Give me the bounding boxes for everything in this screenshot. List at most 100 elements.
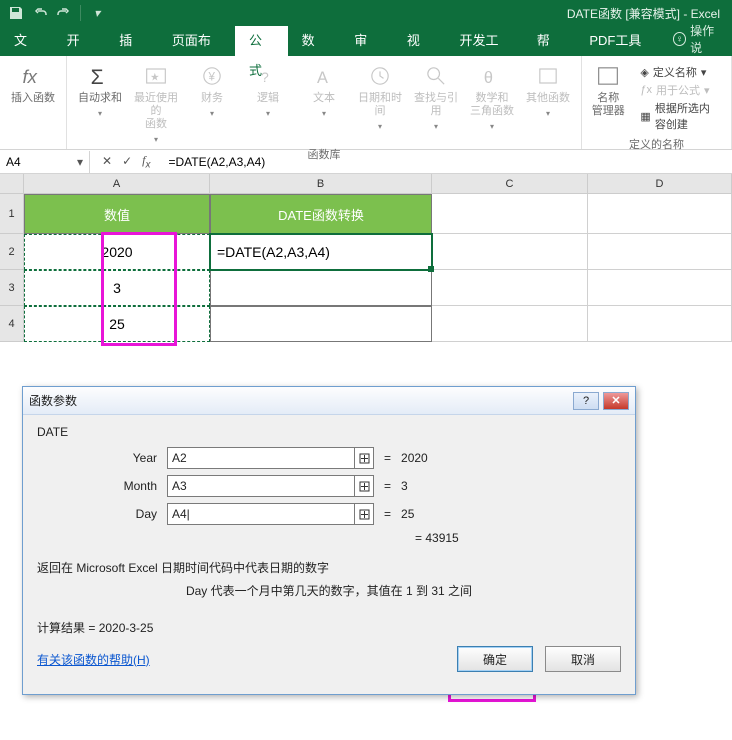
group-label-names: 定义的名称	[629, 136, 684, 152]
dialog-close-button[interactable]: ✕	[603, 392, 629, 410]
accept-formula-icon[interactable]: ✓	[122, 154, 132, 168]
function-arguments-dialog: 函数参数 ? ✕ DATE Year A2 = 2020 Month A3 = …	[22, 386, 636, 695]
grid-icon: ▦	[640, 110, 650, 123]
arg-input-day[interactable]: A4|	[167, 503, 355, 525]
cell-C1[interactable]	[432, 194, 588, 234]
define-name-button[interactable]: ◈定义名称 ▾	[640, 64, 715, 80]
cell-B1[interactable]: DATE函数转换	[210, 194, 432, 234]
tab-view[interactable]: 视图	[393, 26, 446, 56]
col-header-D[interactable]: D	[588, 174, 732, 193]
name-manager-button[interactable]: 名称 管理器	[590, 60, 626, 118]
range-picker-icon[interactable]	[355, 503, 374, 525]
window-title: DATE函数 [兼容模式] - Excel	[113, 5, 732, 22]
dialog-help-button[interactable]: ?	[573, 392, 599, 410]
tab-home[interactable]: 开始	[53, 26, 106, 56]
arg-input-month[interactable]: A3	[167, 475, 355, 497]
row-header-3[interactable]: 3	[0, 270, 24, 306]
formula-input[interactable]: =DATE(A2,A3,A4)	[162, 155, 732, 169]
select-all-corner[interactable]	[0, 174, 24, 193]
svg-text:Σ: Σ	[91, 66, 104, 89]
tab-pdf[interactable]: PDF工具集	[575, 26, 665, 56]
cell-B4[interactable]	[210, 306, 432, 342]
col-header-C[interactable]: C	[432, 174, 588, 193]
worksheet-grid: A B C D 1 数值 DATE函数转换 2 2020 =DATE(A2,A3…	[0, 174, 732, 342]
range-picker-icon[interactable]	[355, 475, 374, 497]
svg-text:A: A	[317, 69, 328, 87]
equals-sign: =	[374, 451, 401, 465]
recent-functions-button[interactable]: ★最近使用的 函数▾	[131, 60, 181, 146]
save-icon[interactable]	[8, 5, 24, 21]
quick-access-toolbar: ▾	[0, 5, 113, 21]
tab-insert[interactable]: 插入	[105, 26, 158, 56]
datetime-button[interactable]: 日期和时间▾	[355, 60, 405, 133]
col-header-A[interactable]: A	[24, 174, 210, 193]
chevron-down-icon[interactable]: ▾	[77, 155, 83, 169]
redo-icon[interactable]	[56, 5, 72, 21]
group-name-manager: 名称 管理器 ◈定义名称 ▾ ƒx用于公式 ▾ ▦根据所选内容创建 定义的名称	[582, 56, 732, 149]
cell-C4[interactable]	[432, 306, 588, 342]
arg-row-year: Year A2 = 2020	[37, 447, 621, 469]
ribbon-tabs: 文件 开始 插入 页面布局 公式 数据 审阅 视图 开发工具 帮助 PDF工具集…	[0, 26, 732, 56]
undo-icon[interactable]	[32, 5, 48, 21]
tab-dev[interactable]: 开发工具	[445, 26, 522, 56]
cell-D1[interactable]	[588, 194, 732, 234]
tab-formulas[interactable]: 公式	[235, 26, 288, 56]
svg-text:★: ★	[150, 72, 160, 84]
group-insert-fn: fx 插入函数	[0, 56, 67, 149]
dialog-titlebar[interactable]: 函数参数 ? ✕	[23, 387, 635, 415]
arg-row-month: Month A3 = 3	[37, 475, 621, 497]
tab-layout[interactable]: 页面布局	[158, 26, 235, 56]
row-header-2[interactable]: 2	[0, 234, 24, 270]
dialog-arg-description: Day 代表一个月中第几天的数字，其值在 1 到 31 之间	[37, 582, 621, 599]
tab-review[interactable]: 审阅	[340, 26, 393, 56]
qat-customize-icon[interactable]: ▾	[89, 5, 105, 21]
arg-input-year[interactable]: A2	[167, 447, 355, 469]
insert-function-button[interactable]: fx 插入函数	[8, 60, 58, 105]
dialog-serial-result: = 43915	[37, 531, 621, 545]
autosum-button[interactable]: Σ自动求和▾	[75, 60, 125, 120]
use-in-formula-button[interactable]: ƒx用于公式 ▾	[640, 82, 715, 98]
create-from-selection-button[interactable]: ▦根据所选内容创建	[640, 100, 715, 132]
row-header-4[interactable]: 4	[0, 306, 24, 342]
cell-A3[interactable]: 3	[24, 270, 210, 306]
range-picker-icon[interactable]	[355, 447, 374, 469]
cell-D2[interactable]	[588, 234, 732, 270]
financial-button[interactable]: ¥财务▾	[187, 60, 237, 120]
tell-me[interactable]: ♀操作说	[665, 22, 732, 56]
cancel-button[interactable]: 取消	[545, 646, 621, 672]
cell-A2[interactable]: 2020	[24, 234, 210, 270]
arg-row-day: Day A4| = 25	[37, 503, 621, 525]
fx-icon[interactable]: fx	[142, 153, 150, 170]
dialog-description: 返回在 Microsoft Excel 日期时间代码中代表日期的数字	[37, 559, 621, 576]
ok-button[interactable]: 确定	[457, 646, 533, 672]
cell-A4[interactable]: 25	[24, 306, 210, 342]
equals-sign: =	[374, 507, 401, 521]
cell-C3[interactable]	[432, 270, 588, 306]
text-button[interactable]: A文本▾	[299, 60, 349, 120]
dialog-title: 函数参数	[29, 392, 77, 409]
arg-label-day: Day	[37, 507, 167, 521]
col-header-B[interactable]: B	[210, 174, 432, 193]
name-box[interactable]: A4 ▾	[0, 151, 90, 173]
math-button[interactable]: θ数学和 三角函数▾	[467, 60, 517, 133]
cell-C2[interactable]	[432, 234, 588, 270]
logical-button[interactable]: ?逻辑▾	[243, 60, 293, 120]
column-headers: A B C D	[0, 174, 732, 194]
row-header-1[interactable]: 1	[0, 194, 24, 234]
tab-data[interactable]: 数据	[288, 26, 341, 56]
more-functions-button[interactable]: 其他函数▾	[523, 60, 573, 120]
cell-D4[interactable]	[588, 306, 732, 342]
lookup-button[interactable]: 查找与引用▾	[411, 60, 461, 133]
cancel-formula-icon[interactable]: ✕	[102, 154, 112, 168]
svg-text:¥: ¥	[208, 71, 216, 84]
row-2: 2 2020 =DATE(A2,A3,A4)	[0, 234, 732, 270]
tab-file[interactable]: 文件	[0, 26, 53, 56]
cell-B2[interactable]: =DATE(A2,A3,A4)	[210, 234, 432, 270]
cell-B3[interactable]	[210, 270, 432, 306]
tab-help[interactable]: 帮助	[523, 26, 576, 56]
dialog-help-link[interactable]: 有关该函数的帮助(H)	[37, 651, 150, 668]
cell-A1[interactable]: 数值	[24, 194, 210, 234]
arg-label-month: Month	[37, 479, 167, 493]
cell-D3[interactable]	[588, 270, 732, 306]
equals-sign: =	[374, 479, 401, 493]
